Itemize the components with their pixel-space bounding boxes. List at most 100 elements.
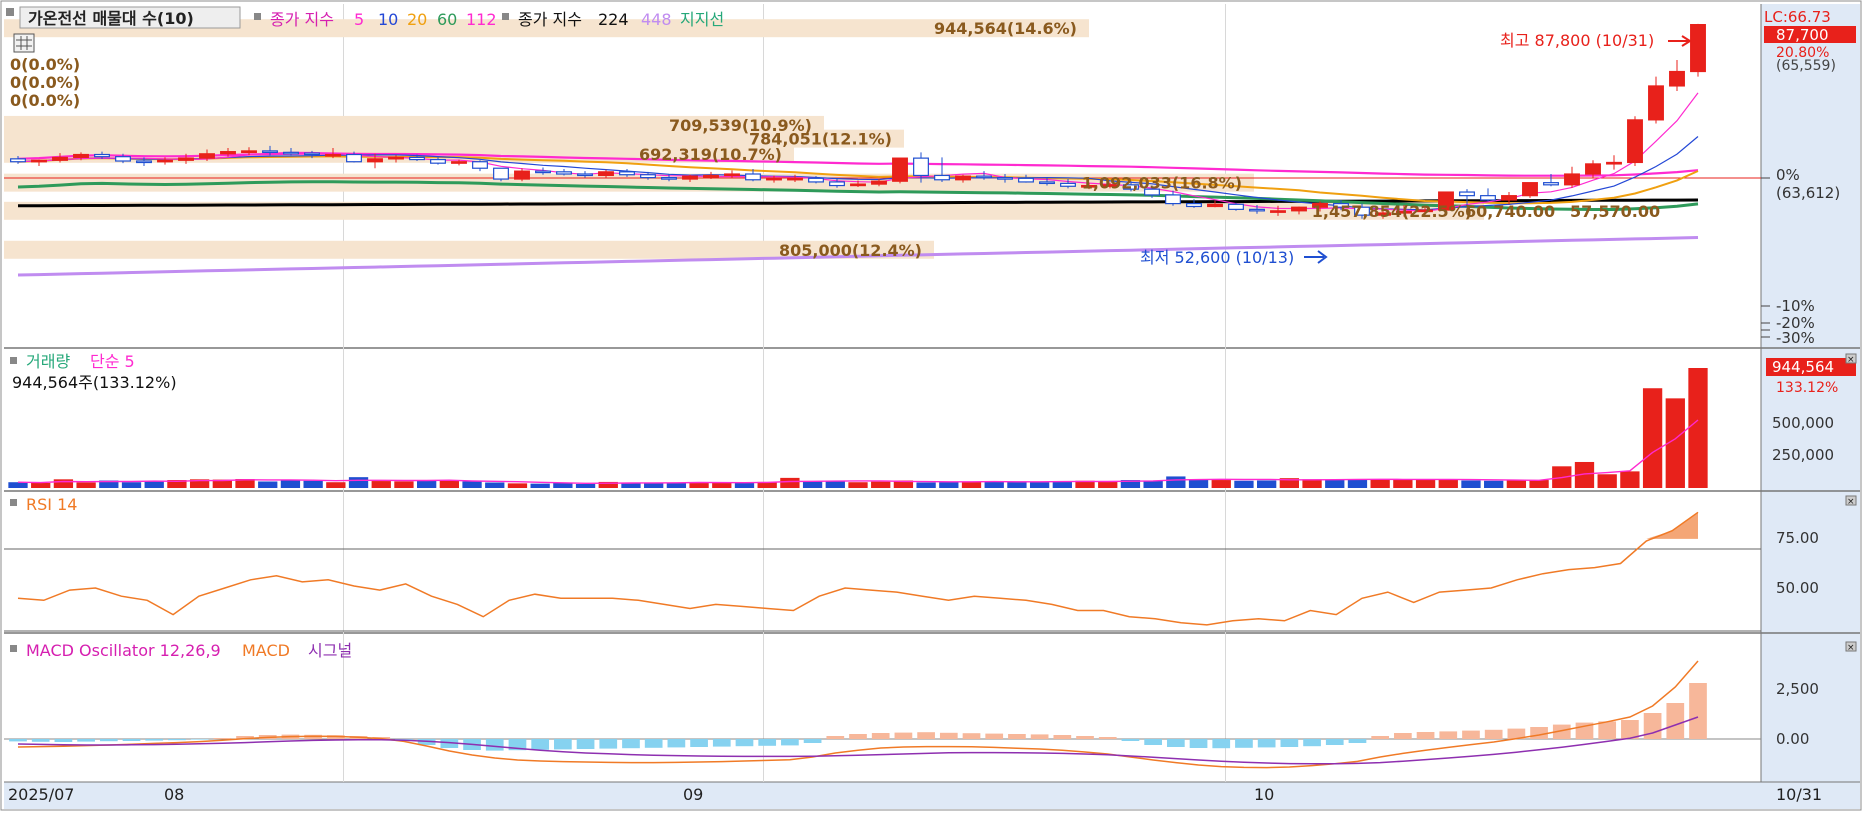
candle-body-down <box>577 173 593 177</box>
candle-body-down <box>346 153 362 163</box>
oscillator-bar <box>1144 739 1162 745</box>
volume-bar <box>553 482 573 488</box>
macd-osc-label: MACD Oscillator 12,26,9 <box>26 641 221 660</box>
candle-body-up <box>73 153 89 159</box>
candle[interactable] <box>493 167 509 182</box>
oscillator-bar <box>1439 731 1458 739</box>
volume-panel-close-icon[interactable]: × <box>1845 353 1857 365</box>
volume-bar <box>939 482 959 488</box>
candle[interactable] <box>1627 116 1643 167</box>
oscillator-bar <box>122 739 141 741</box>
candle-body-down <box>1186 202 1202 208</box>
volume-bar <box>326 482 346 488</box>
rsi-panel-close-icon[interactable]: × <box>1845 495 1857 507</box>
zero-row-label: 0(0.0%) <box>10 55 80 74</box>
candle-body-up <box>388 156 404 160</box>
oscillator-bar <box>99 739 118 742</box>
volume-bar <box>417 480 437 488</box>
candle-body-up <box>367 158 383 163</box>
oscillator-bar <box>1008 734 1026 739</box>
volume-profile-label: 692,319(10.7%) <box>639 145 782 164</box>
candle-body-down <box>1165 194 1181 205</box>
ma60-legend: 60 <box>437 10 457 29</box>
oscillator-bar <box>1371 736 1390 739</box>
oscillator-bar <box>917 732 935 739</box>
volume-bar <box>1143 480 1163 488</box>
macd-label: MACD <box>242 641 290 660</box>
oscillator-bar <box>213 738 232 739</box>
volume-bar <box>1415 479 1436 488</box>
candle-body-up <box>871 180 887 185</box>
candle-body-down <box>304 152 320 156</box>
candle-body-up <box>451 161 467 164</box>
oscillator-bar <box>168 739 186 741</box>
macd-tick-2500: 2,500 <box>1776 680 1819 698</box>
candle-body-up <box>1669 70 1685 87</box>
volume-bar <box>462 481 482 488</box>
candle-body-up <box>178 157 194 161</box>
rsi-tick-75: 75.00 <box>1776 529 1819 547</box>
oscillator-bar <box>1098 737 1117 739</box>
candle-body-up <box>1627 119 1643 164</box>
candle-body-down <box>136 160 152 164</box>
volume-bar <box>121 482 142 488</box>
candle-body-up <box>598 171 614 177</box>
date-label: 08 <box>164 785 184 804</box>
candle-body-up <box>1207 203 1223 208</box>
oscillator-bar <box>1189 739 1208 748</box>
candle-body-up <box>682 175 698 180</box>
volume-profile-label: 805,000(12.4%) <box>779 241 922 260</box>
candle-body-down <box>1039 181 1055 185</box>
oscillator-bar <box>531 739 550 750</box>
oscillator-bar <box>1076 736 1094 739</box>
svg-text:×: × <box>1847 355 1855 365</box>
volume-current-value: 944,564 <box>1772 358 1834 376</box>
legend-square-icon <box>254 13 261 20</box>
candle[interactable] <box>1690 23 1706 77</box>
ma-legend-label: 종가 지수 <box>270 10 334 29</box>
legend-square-icon <box>10 357 17 364</box>
volume-bar <box>1188 479 1209 488</box>
volume-bar <box>689 482 709 488</box>
candle[interactable] <box>892 157 908 184</box>
candle-body-down <box>829 181 845 187</box>
volume-bar <box>31 482 51 488</box>
date-label: 2025/07 <box>8 785 74 804</box>
macd-panel-close-icon[interactable]: × <box>1845 641 1857 653</box>
candle-body-down <box>661 177 677 180</box>
candle-body-down <box>997 177 1013 180</box>
candle-body-up <box>1291 206 1307 212</box>
volume-bar <box>871 481 891 488</box>
grid-icon[interactable] <box>13 33 35 53</box>
candle-body-up <box>220 151 236 155</box>
volume-bar <box>1484 480 1504 488</box>
rsi-label: RSI 14 <box>26 495 77 514</box>
volume-bar <box>644 482 664 488</box>
volume-bar <box>1029 482 1050 488</box>
chart-svg[interactable]: 944,564(14.6%)709,539(10.9%)784,051(12.1… <box>0 0 1862 811</box>
oscillator-bar <box>758 739 777 746</box>
oscillator-bar <box>690 739 708 747</box>
candle-body-down <box>493 167 509 180</box>
volume-bar <box>303 480 323 488</box>
low-price-annotation: 최저 52,600 (10/13) <box>1140 248 1294 267</box>
candle-body-up <box>31 159 47 163</box>
volume-bar <box>802 481 823 488</box>
candle-body-up <box>241 150 257 154</box>
oscillator-bar <box>1121 739 1140 741</box>
volume-bar <box>507 483 528 488</box>
oscillator-bar <box>1325 739 1344 745</box>
volume-current: 944,564주(133.12%) <box>12 373 177 392</box>
oscillator-bar <box>939 732 958 739</box>
oscillator-bar <box>1689 683 1707 739</box>
candle[interactable] <box>1228 202 1244 211</box>
oscillator-bar <box>599 739 618 749</box>
candle[interactable] <box>1522 182 1538 198</box>
date-axis-end-label: 10/31 <box>1776 785 1822 804</box>
oscillator-bar <box>1235 739 1253 748</box>
volume-bar <box>530 483 550 488</box>
support-line-legend: 지지선 <box>680 10 724 29</box>
ma112-legend: 112 <box>466 10 497 29</box>
volume-bar <box>1370 479 1390 488</box>
candle-body-up <box>724 173 740 177</box>
